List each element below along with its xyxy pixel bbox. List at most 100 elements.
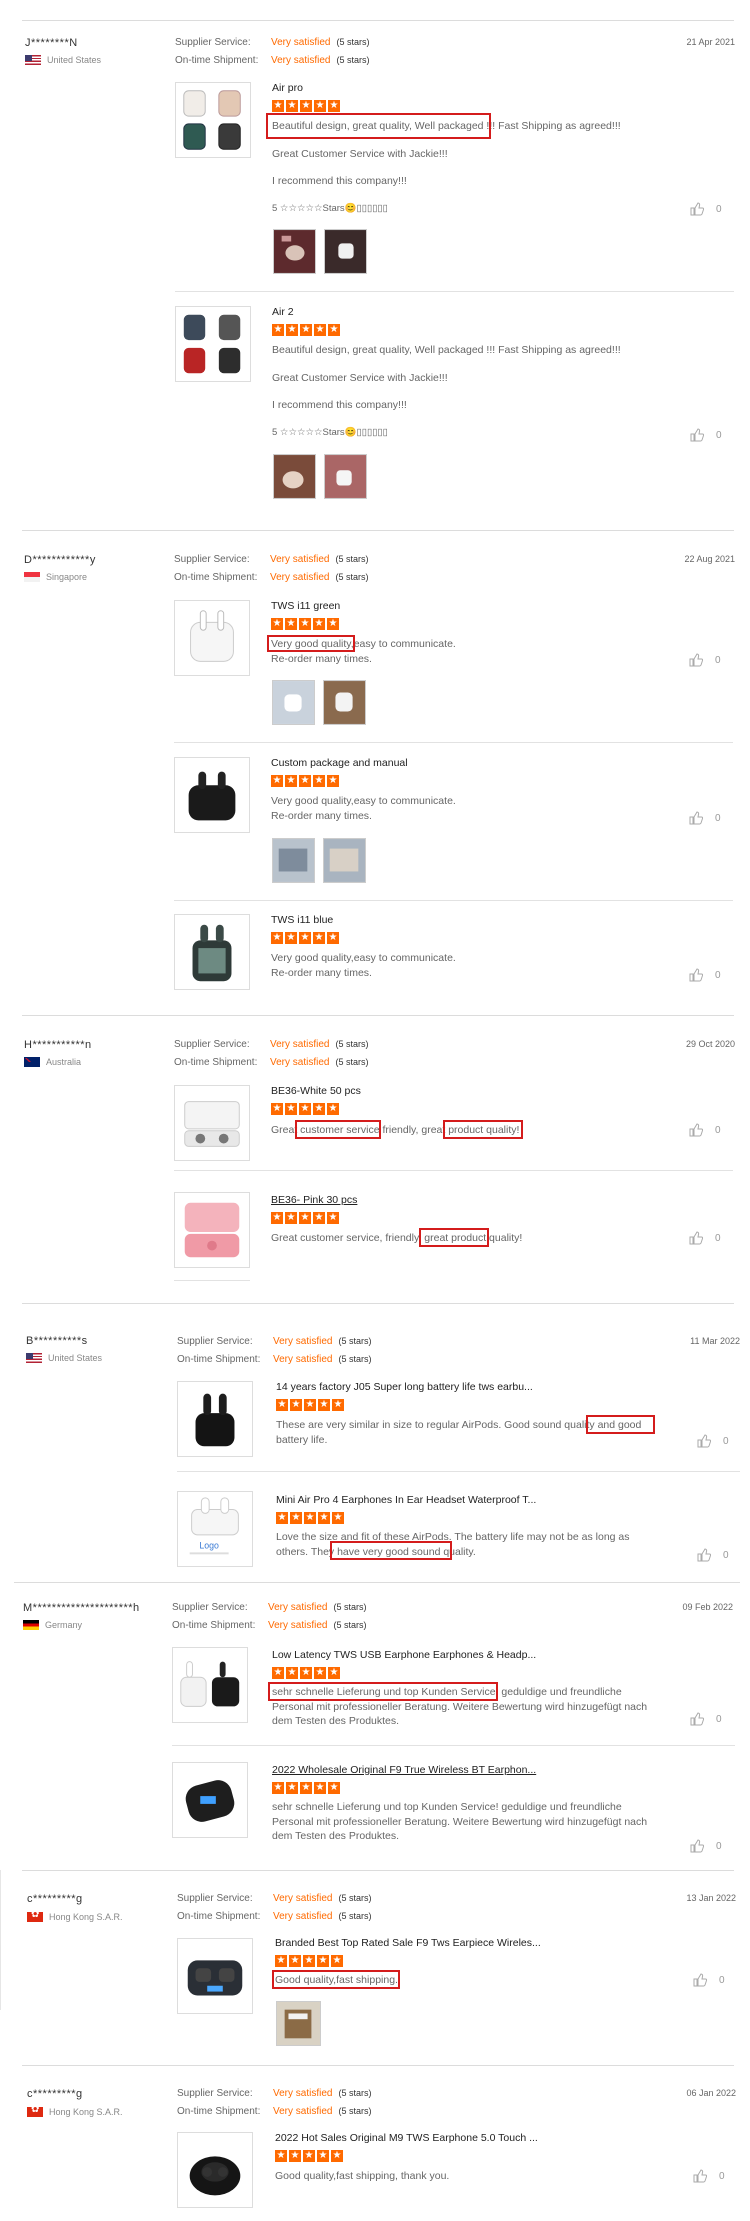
like-button[interactable]: 0: [689, 653, 721, 667]
review-date: 06 Jan 2022: [686, 2088, 736, 2098]
like-button[interactable]: 0: [689, 968, 721, 982]
star-icon: ★: [285, 1212, 297, 1224]
star-icon: ★: [304, 1512, 316, 1524]
product-thumbnail[interactable]: Logo: [177, 1491, 253, 1567]
product-thumbnail[interactable]: [177, 1381, 253, 1457]
buyer-name: D************y: [24, 554, 96, 566]
product-thumbnail[interactable]: [174, 757, 250, 833]
star-icon: ★: [271, 932, 283, 944]
product-title[interactable]: Mini Air Pro 4 Earphones In Ear Headset …: [276, 1494, 536, 1506]
star-icon: ★: [272, 100, 284, 112]
star-icon: ★: [286, 324, 298, 336]
item-divider: [177, 1471, 740, 1472]
star-icon: ★: [285, 932, 297, 944]
buyer-country: Australia: [24, 1057, 81, 1067]
product-title[interactable]: 2022 Wholesale Original F9 True Wireless…: [272, 1764, 536, 1776]
product-rating: ★ ★ ★ ★ ★: [272, 1667, 340, 1679]
product-title[interactable]: BE36- Pink 30 pcs: [271, 1194, 357, 1206]
review-text: Beautiful design, great quality, Well pa…: [266, 113, 652, 229]
star-icon: ★: [303, 1955, 315, 1967]
review-text: Good quality,fast shipping.: [272, 1970, 655, 1989]
product-thumbnail[interactable]: [172, 1647, 248, 1723]
item-divider: [174, 742, 733, 743]
product-thumbnail[interactable]: [177, 1938, 253, 2014]
supplier-service-rating: Supplier Service: Very satisfied (5 stars): [174, 554, 369, 565]
star-icon: ★: [327, 775, 339, 787]
product-thumbnail[interactable]: [174, 914, 250, 990]
product-thumbnail[interactable]: [174, 1192, 250, 1268]
star-icon: ★: [285, 775, 297, 787]
product-thumbnail[interactable]: [175, 82, 251, 158]
product-thumbnail[interactable]: [174, 600, 250, 676]
product-thumbnail[interactable]: [172, 1762, 248, 1838]
thumbs-up-icon: [690, 428, 704, 442]
product-title[interactable]: Low Latency TWS USB Earphone Earphones &…: [272, 1649, 536, 1661]
review-photo[interactable]: [273, 229, 316, 274]
review-photo[interactable]: [323, 680, 366, 725]
star-icon: ★: [328, 100, 340, 112]
review-photo[interactable]: [324, 229, 367, 274]
star-icon: ★: [299, 775, 311, 787]
star-icon: ★: [275, 1955, 287, 1967]
like-button[interactable]: 0: [690, 202, 722, 216]
review-photo[interactable]: [276, 2001, 321, 2046]
star-icon: ★: [300, 1782, 312, 1794]
review-text: Beautiful design, great quality, Well pa…: [272, 344, 621, 438]
star-icon: ★: [300, 1667, 312, 1679]
star-icon: ★: [332, 1399, 344, 1411]
star-icon: ★: [286, 1782, 298, 1794]
ontime-shipment-rating: On-time Shipment: Very satisfied (5 stars): [177, 1911, 372, 1922]
review-photo[interactable]: [324, 454, 367, 499]
buyer-country: United States: [26, 1353, 102, 1363]
like-button[interactable]: 0: [690, 428, 722, 442]
review-text: Good quality,fast shipping, thank you.: [275, 2170, 450, 2182]
hk-flag-icon: [27, 1912, 43, 1922]
thumbs-up-icon: [690, 1839, 704, 1853]
thumbs-up-icon: [690, 202, 704, 216]
product-rating: ★ ★ ★ ★ ★: [275, 2150, 343, 2162]
star-icon: ★: [300, 100, 312, 112]
like-button[interactable]: 0: [697, 1434, 729, 1448]
ontime-shipment-rating: On-time Shipment: Very satisfied (5 stars): [175, 55, 370, 66]
product-thumbnail[interactable]: [177, 2132, 253, 2208]
like-button[interactable]: 0: [693, 1973, 725, 1987]
review-date: 29 Oct 2020: [685, 1039, 735, 1049]
product-title[interactable]: Air pro: [272, 82, 303, 94]
product-title[interactable]: Branded Best Top Rated Sale F9 Tws Earpi…: [275, 1937, 541, 1949]
review-divider: [22, 1303, 734, 1304]
product-title[interactable]: BE36-White 50 pcs: [271, 1085, 361, 1097]
buyer-country: Hong Kong S.A.R.: [27, 1912, 123, 1922]
like-button[interactable]: 0: [689, 1123, 721, 1137]
product-thumbnail[interactable]: [174, 1085, 250, 1161]
review-photo[interactable]: [272, 680, 315, 725]
like-button[interactable]: 0: [693, 2169, 725, 2183]
like-button[interactable]: 0: [697, 1548, 729, 1562]
product-title[interactable]: TWS i11 blue: [271, 914, 333, 926]
like-button[interactable]: 0: [690, 1839, 722, 1853]
star-icon: ★: [285, 1103, 297, 1115]
product-title[interactable]: Custom package and manual: [271, 757, 408, 769]
item-divider: [174, 1280, 250, 1281]
star-icon: ★: [327, 1212, 339, 1224]
like-button[interactable]: 0: [689, 811, 721, 825]
star-icon: ★: [299, 1103, 311, 1115]
supplier-service-rating: Supplier Service: Very satisfied (5 stars): [177, 1893, 372, 1904]
product-rating: ★ ★ ★ ★ ★: [276, 1399, 344, 1411]
product-title[interactable]: Air 2: [272, 306, 294, 318]
product-thumbnail[interactable]: [175, 306, 251, 382]
star-icon: ★: [314, 100, 326, 112]
star-icon: ★: [299, 932, 311, 944]
like-button[interactable]: 0: [689, 1231, 721, 1245]
review-photo[interactable]: [272, 838, 315, 883]
buyer-name: c*********g: [27, 2088, 83, 2100]
product-title[interactable]: TWS i11 green: [271, 600, 340, 612]
buyer-country: United States: [25, 55, 101, 65]
product-title[interactable]: 2022 Hot Sales Original M9 TWS Earphone …: [275, 2132, 538, 2144]
like-button[interactable]: 0: [690, 1712, 722, 1726]
product-title[interactable]: 14 years factory J05 Super long battery …: [276, 1381, 533, 1393]
de-flag-icon: [23, 1620, 39, 1630]
review-photo[interactable]: [323, 838, 366, 883]
star-icon: ★: [313, 1103, 325, 1115]
star-icon: ★: [332, 1512, 344, 1524]
review-photo[interactable]: [273, 454, 316, 499]
